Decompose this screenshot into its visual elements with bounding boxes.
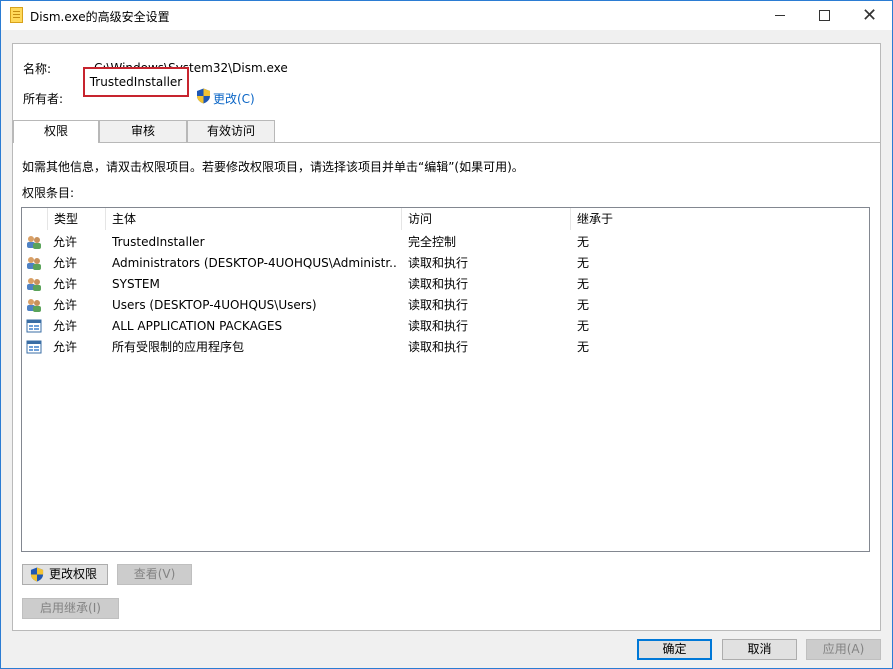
table-row[interactable]: 允许 ALL APPLICATION PACKAGES 读取和执行 无 — [22, 316, 869, 337]
maximize-icon — [819, 10, 830, 21]
tab-effective-access[interactable]: 有效访问 — [187, 120, 275, 142]
close-button[interactable]: ✕ — [847, 1, 892, 30]
apply-button[interactable]: 应用(A) — [806, 639, 881, 660]
uac-shield-icon — [30, 567, 44, 582]
enable-inheritance-button[interactable]: 启用继承(I) — [22, 598, 119, 619]
entry-access: 读取和执行 — [408, 256, 469, 270]
entry-type: 允许 — [53, 235, 78, 249]
entry-type: 允许 — [53, 340, 78, 354]
permission-entries-list[interactable]: 类型 主体 访问 继承于 允许 TrustedInstaller 完全控制 无 … — [21, 207, 870, 552]
minimize-icon — [774, 15, 785, 16]
table-row[interactable]: 允许 Administrators (DESKTOP-4UOHQUS\Admin… — [22, 253, 869, 274]
column-header-icon — [22, 208, 48, 230]
entry-inherited-from: 无 — [577, 298, 590, 312]
name-label: 名称: — [23, 62, 52, 76]
entry-access: 读取和执行 — [408, 298, 469, 312]
change-owner-link[interactable]: 更改(C) — [213, 90, 255, 107]
owner-highlight: TrustedInstaller — [83, 67, 189, 97]
column-header-principal[interactable]: 主体 — [106, 208, 402, 230]
table-row[interactable]: 允许 SYSTEM 读取和执行 无 — [22, 274, 869, 295]
entry-principal: 所有受限制的应用程序包 — [112, 340, 245, 354]
window-title: Dism.exe的高级安全设置 — [30, 10, 170, 24]
users-icon — [27, 257, 41, 270]
table-row[interactable]: 允许 所有受限制的应用程序包 读取和执行 无 — [22, 337, 869, 358]
advanced-security-settings-window: Dism.exe的高级安全设置 ✕ 名称: C:\Windows\System3… — [0, 0, 893, 669]
entry-principal: Administrators (DESKTOP-4UOHQUS\Administ… — [112, 256, 398, 270]
close-icon: ✕ — [861, 4, 878, 26]
table-row[interactable]: 允许 Users (DESKTOP-4UOHQUS\Users) 读取和执行 无 — [22, 295, 869, 316]
tab-permissions[interactable]: 权限 — [13, 120, 99, 143]
change-permissions-button[interactable]: 更改权限 — [22, 564, 108, 585]
entry-principal: ALL APPLICATION PACKAGES — [112, 319, 283, 333]
entry-principal: Users (DESKTOP-4UOHQUS\Users) — [112, 298, 317, 312]
entry-access: 完全控制 — [408, 235, 457, 249]
uac-shield-icon — [197, 88, 210, 104]
cancel-button[interactable]: 取消 — [722, 639, 797, 660]
entry-principal: SYSTEM — [112, 277, 160, 291]
owner-name: TrustedInstaller — [89, 75, 183, 89]
entry-inherited-from: 无 — [577, 319, 590, 333]
entry-access: 读取和执行 — [408, 340, 469, 354]
app-package-icon — [26, 319, 42, 333]
table-row[interactable]: 允许 TrustedInstaller 完全控制 无 — [22, 232, 869, 253]
minimize-button[interactable] — [757, 1, 802, 30]
view-button[interactable]: 查看(V) — [117, 564, 192, 585]
entry-type: 允许 — [53, 277, 78, 291]
file-icon — [10, 7, 23, 23]
entry-access: 读取和执行 — [408, 277, 469, 291]
entry-type: 允许 — [53, 298, 78, 312]
users-icon — [27, 299, 41, 312]
users-icon — [27, 236, 41, 249]
change-permissions-label: 更改权限 — [48, 567, 97, 581]
entry-principal: TrustedInstaller — [112, 235, 205, 249]
permission-entries-label: 权限条目: — [22, 186, 75, 200]
maximize-button[interactable] — [802, 1, 847, 30]
tab-auditing[interactable]: 审核 — [99, 120, 187, 142]
column-header-access[interactable]: 访问 — [402, 208, 571, 230]
owner-label: 所有者: — [23, 92, 64, 106]
list-header: 类型 主体 访问 继承于 — [22, 208, 869, 230]
entry-inherited-from: 无 — [577, 235, 590, 249]
ok-button[interactable]: 确定 — [637, 639, 712, 660]
column-header-type[interactable]: 类型 — [48, 208, 106, 230]
entry-inherited-from: 无 — [577, 340, 590, 354]
entry-inherited-from: 无 — [577, 277, 590, 291]
entry-type: 允许 — [53, 319, 78, 333]
column-header-inherited-from[interactable]: 继承于 — [571, 208, 869, 230]
entry-access: 读取和执行 — [408, 319, 469, 333]
entry-inherited-from: 无 — [577, 256, 590, 270]
users-icon — [27, 278, 41, 291]
entry-type: 允许 — [53, 256, 78, 270]
info-text: 如需其他信息，请双击权限项目。若要修改权限项目，请选择该项目并单击“编辑”(如果… — [22, 160, 524, 174]
app-package-icon — [26, 340, 42, 354]
title-bar[interactable]: Dism.exe的高级安全设置 ✕ — [1, 1, 892, 30]
